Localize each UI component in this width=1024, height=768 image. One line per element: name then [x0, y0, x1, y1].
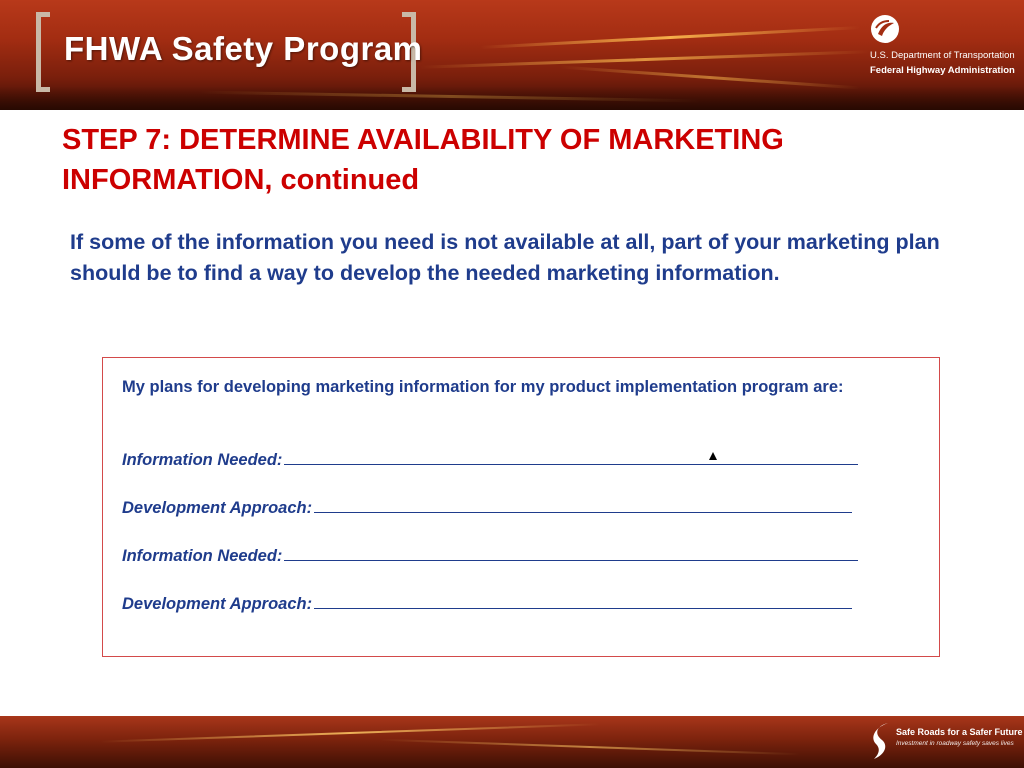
field-label: Development Approach:	[122, 499, 313, 517]
development-approach-field-2: Development Approach:	[122, 593, 912, 614]
light-streak	[480, 26, 860, 49]
agency-department: U.S. Department of Transportation	[870, 50, 1015, 61]
development-approach-field-1: Development Approach:	[122, 497, 912, 518]
dot-logo-icon	[871, 15, 899, 43]
agency-administration: Federal Highway Administration	[870, 65, 1015, 76]
safe-roads-logo-icon	[873, 723, 888, 759]
field-label: Information Needed:	[122, 451, 283, 469]
page-title-line-2: INFORMATION, continued	[62, 164, 420, 196]
fill-in-blank[interactable]	[314, 593, 853, 609]
fill-in-blank[interactable]	[314, 497, 853, 513]
information-needed-field-1: Information Needed:	[122, 449, 912, 470]
mouse-cursor-icon	[709, 452, 717, 460]
worksheet-prompt: My plans for developing marketing inform…	[122, 378, 844, 396]
tagline-sub: Investment in roadway safety saves lives	[896, 740, 1014, 747]
program-title: FHWA Safety Program	[64, 30, 423, 67]
information-needed-field-2: Information Needed:	[122, 545, 912, 566]
title-bracket-left	[36, 12, 50, 92]
field-label: Development Approach:	[122, 595, 313, 613]
field-label: Information Needed:	[122, 547, 283, 565]
intro-paragraph: If some of the information you need is n…	[70, 230, 940, 285]
plan-worksheet-box: My plans for developing marketing inform…	[102, 357, 940, 657]
fill-in-blank[interactable]	[284, 449, 859, 465]
road-shadow	[0, 86, 1024, 110]
agency-name: U.S. Department of Transportation Federa…	[870, 48, 1015, 78]
light-streak	[420, 50, 870, 69]
footer-tagline: Safe Roads for a Safer Future Investment…	[896, 726, 1023, 750]
page-title-line-1: STEP 7: DETERMINE AVAILABILITY OF MARKET…	[62, 124, 784, 156]
light-streak	[100, 723, 600, 743]
tagline-main: Safe Roads for a Safer Future	[896, 727, 1023, 737]
fill-in-blank[interactable]	[284, 545, 859, 561]
light-streak	[380, 738, 800, 756]
page-title: STEP 7: DETERMINE AVAILABILITY OF MARKET…	[62, 120, 962, 200]
